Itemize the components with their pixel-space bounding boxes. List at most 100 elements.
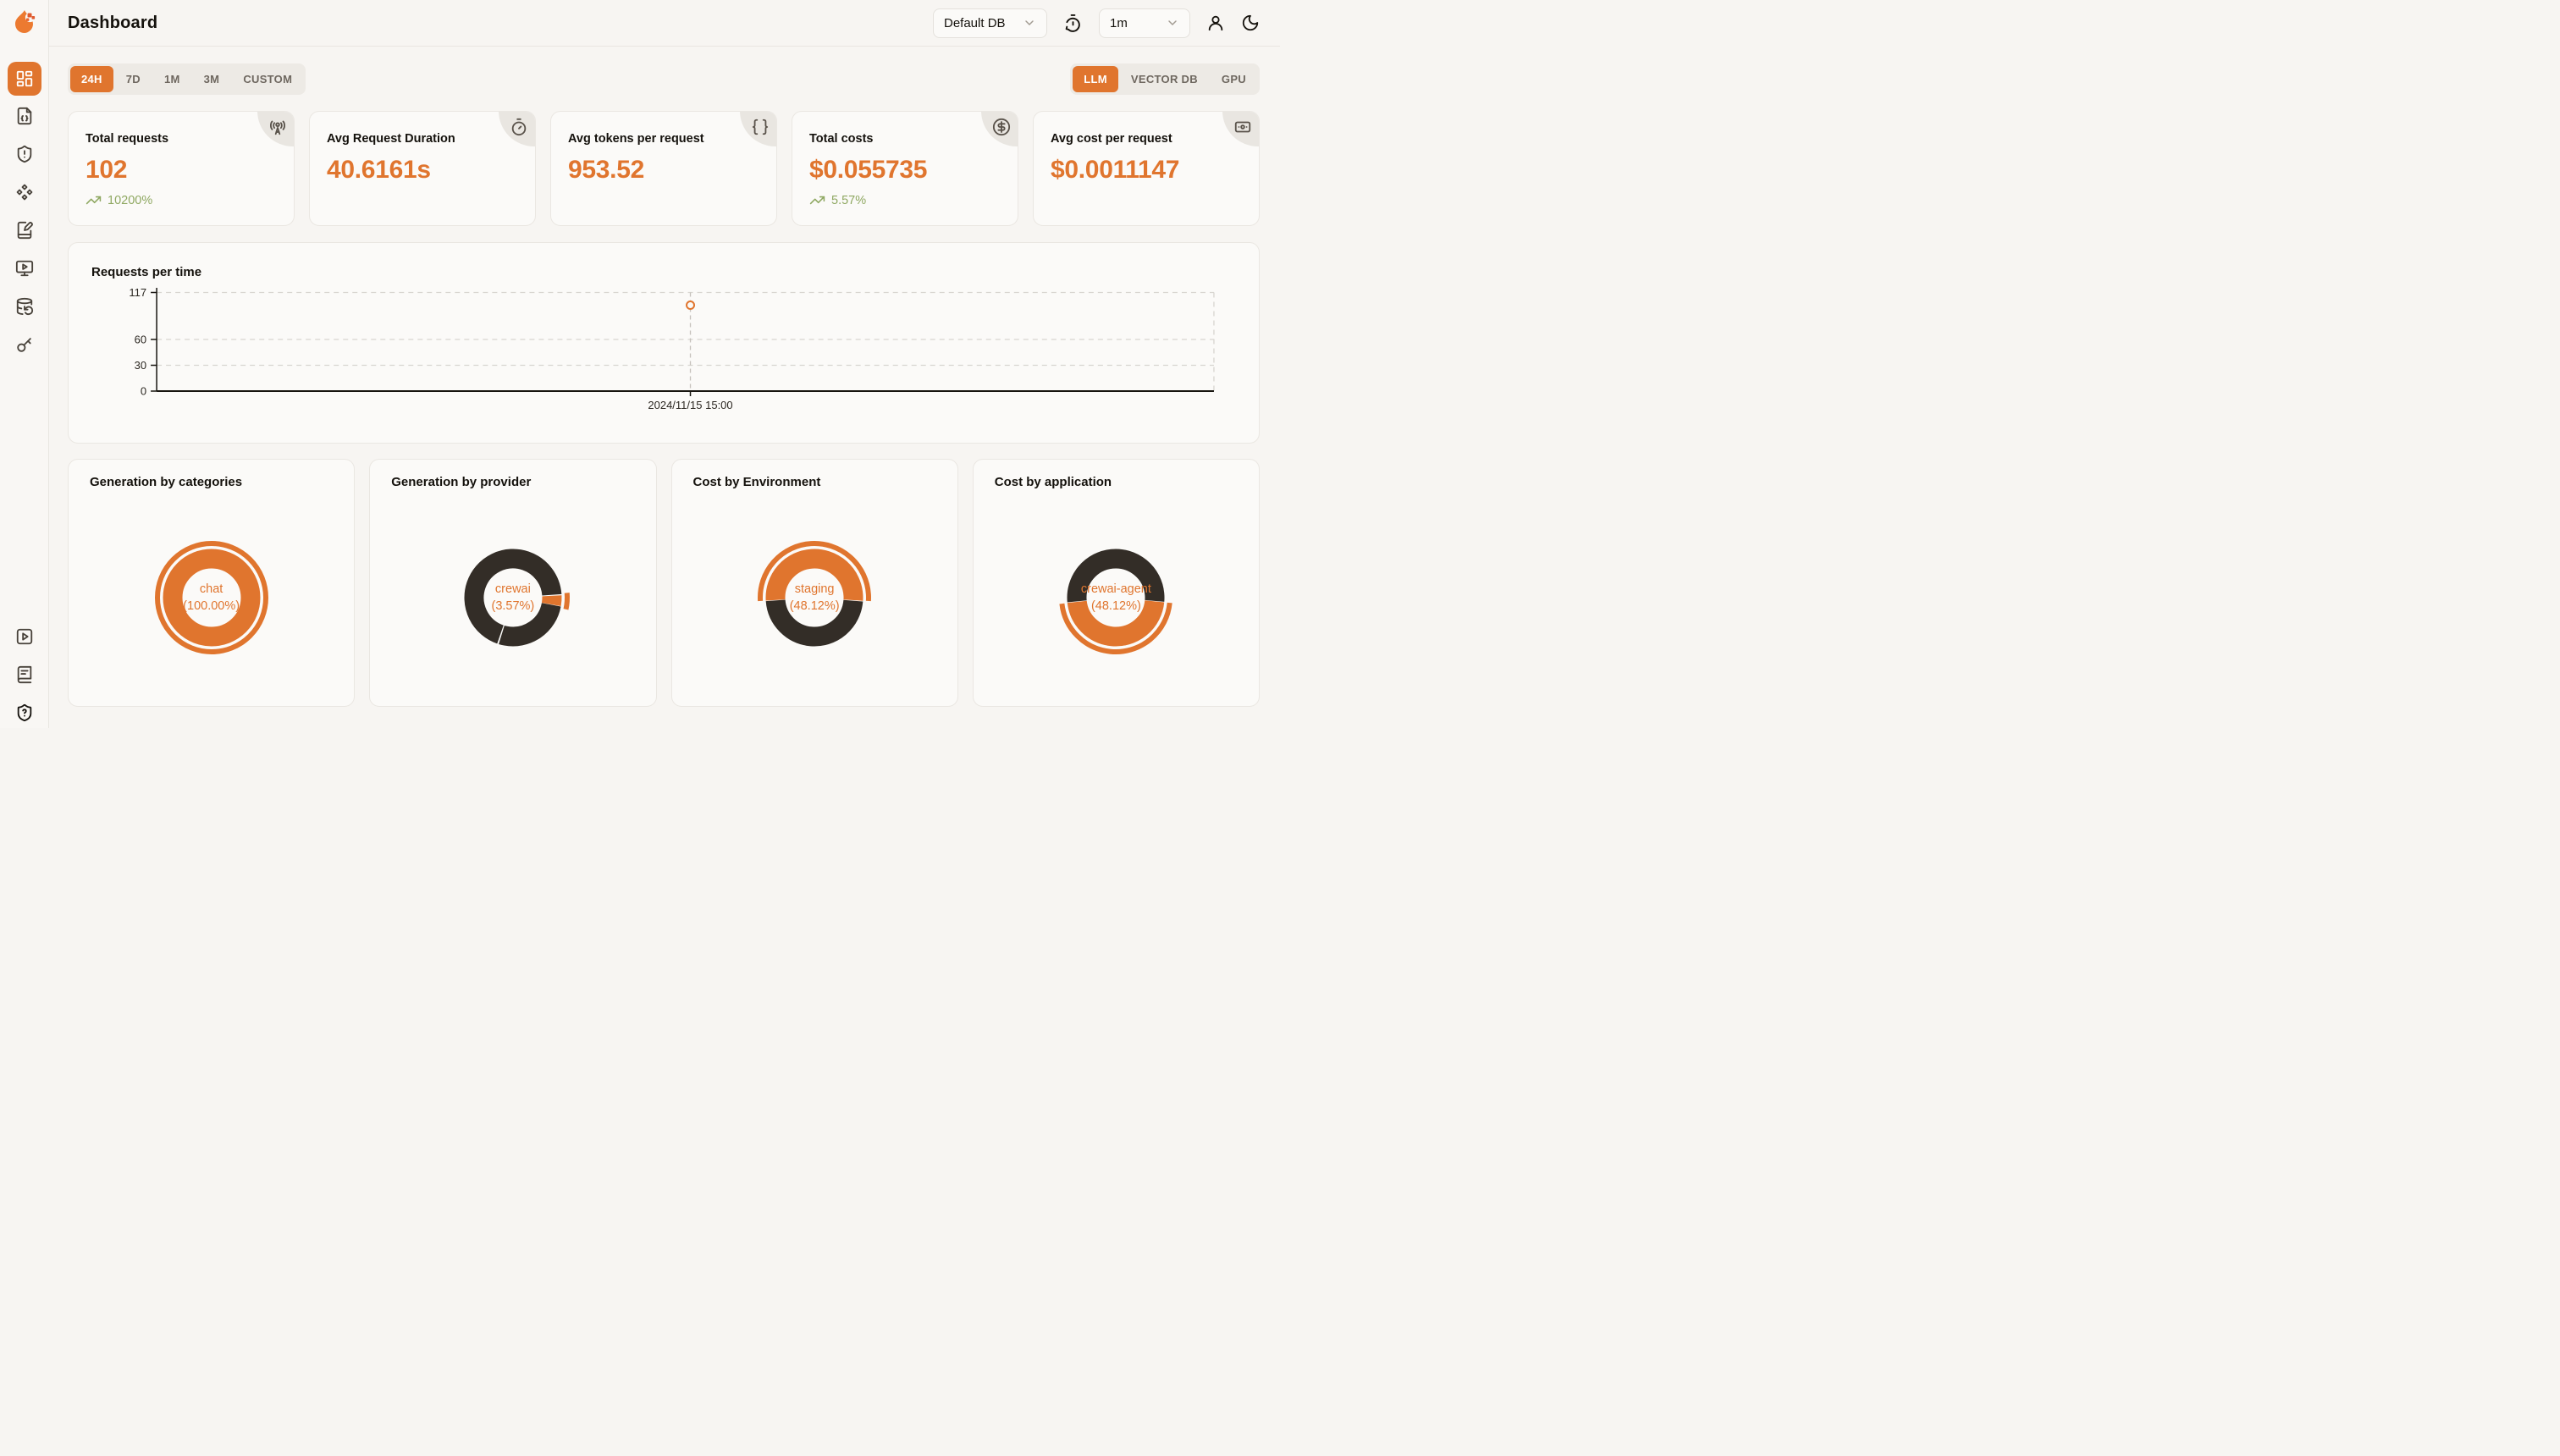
donut-label-name: chat bbox=[200, 581, 223, 598]
tab-7d[interactable]: 7D bbox=[115, 66, 152, 92]
database-selector-value: Default DB bbox=[944, 16, 1006, 30]
sidebar-item-dashboard[interactable] bbox=[8, 62, 41, 96]
trending-up-icon bbox=[86, 192, 102, 208]
stat-value: 102 bbox=[86, 156, 282, 185]
tab-gpu[interactable]: GPU bbox=[1211, 66, 1257, 92]
history-timer-icon[interactable] bbox=[1063, 14, 1083, 33]
donut-title: Generation by categories bbox=[90, 475, 242, 489]
donut-chart-provider[interactable]: crewai (3.57%) bbox=[441, 526, 585, 670]
stat-title: Total costs bbox=[809, 132, 1006, 146]
stat-card-avg-duration: Avg Request Duration 40.6161s bbox=[309, 111, 536, 226]
sidebar-item-models[interactable] bbox=[14, 182, 35, 202]
tab-24h[interactable]: 24H bbox=[70, 66, 113, 92]
database-backup-icon bbox=[15, 297, 34, 316]
shield-question-icon bbox=[15, 703, 34, 722]
sidebar-item-prompts[interactable] bbox=[14, 220, 35, 240]
time-range-tabs: 24H 7D 1M 3M CUSTOM bbox=[68, 63, 306, 95]
interval-selector-value: 1m bbox=[1110, 16, 1128, 30]
donut-center-label: crewai-agent (48.12%) bbox=[1044, 526, 1188, 670]
stat-trend-value: 10200% bbox=[108, 194, 152, 207]
sidebar bbox=[0, 0, 49, 728]
donut-cards-row: Generation by categories chat (100.00%) … bbox=[68, 459, 1260, 707]
stat-value: $0.055735 bbox=[809, 156, 1006, 185]
user-icon[interactable] bbox=[1206, 14, 1225, 32]
donut-label-pct: (48.12%) bbox=[790, 598, 840, 615]
app-logo-flame-icon[interactable] bbox=[10, 8, 39, 39]
requests-chart-card: Requests per time 117 60 30 0 20 bbox=[68, 242, 1260, 444]
component-icon bbox=[15, 183, 34, 201]
donut-card-environment: Cost by Environment staging (48.12%) bbox=[671, 459, 958, 707]
donut-chart-categories[interactable]: chat (100.00%) bbox=[140, 526, 284, 670]
donut-chart-application[interactable]: crewai-agent (48.12%) bbox=[1044, 526, 1188, 670]
layout-dashboard-icon bbox=[15, 69, 34, 88]
sidebar-item-datasets[interactable] bbox=[14, 296, 35, 317]
sidebar-item-playground[interactable] bbox=[14, 258, 35, 279]
tab-custom[interactable]: CUSTOM bbox=[232, 66, 303, 92]
donut-chart-environment[interactable]: staging (48.12%) bbox=[742, 526, 886, 670]
donut-center-label: crewai (3.57%) bbox=[441, 526, 585, 670]
ytick-60: 60 bbox=[135, 334, 146, 346]
tab-vector-db[interactable]: VECTOR DB bbox=[1120, 66, 1209, 92]
donut-label-pct: (100.00%) bbox=[183, 598, 240, 615]
donut-label-pct: (48.12%) bbox=[1091, 598, 1141, 615]
key-icon bbox=[15, 335, 34, 354]
trending-up-icon bbox=[809, 192, 825, 208]
donut-center-label: chat (100.00%) bbox=[140, 526, 284, 670]
stat-card-total-requests: Total requests 102 10200% bbox=[68, 111, 295, 226]
moon-icon[interactable] bbox=[1241, 14, 1260, 32]
header-controls: Default DB 1m bbox=[933, 8, 1260, 38]
toolbar: 24H 7D 1M 3M CUSTOM LLM VECTOR DB GPU bbox=[68, 63, 1260, 95]
donut-title: Cost by application bbox=[995, 475, 1112, 489]
notebook-pen-icon bbox=[15, 221, 34, 240]
monitor-play-icon bbox=[15, 259, 34, 278]
ytick-117: 117 bbox=[129, 286, 146, 299]
tab-1m[interactable]: 1M bbox=[153, 66, 191, 92]
stat-value: $0.0011147 bbox=[1051, 156, 1247, 185]
tab-3m[interactable]: 3M bbox=[193, 66, 231, 92]
book-icon bbox=[15, 665, 34, 684]
donut-title: Generation by provider bbox=[391, 475, 531, 489]
tab-llm[interactable]: LLM bbox=[1073, 66, 1118, 92]
sidebar-item-exceptions[interactable] bbox=[14, 144, 35, 164]
stat-title: Avg Request Duration bbox=[327, 132, 523, 146]
stat-trend: 5.57% bbox=[809, 192, 1006, 208]
stat-cards-row: Total requests 102 10200% Avg Request Du… bbox=[68, 111, 1260, 226]
stat-trend: 10200% bbox=[86, 192, 282, 208]
main-content: 24H 7D 1M 3M CUSTOM LLM VECTOR DB GPU To… bbox=[48, 47, 1280, 728]
sidebar-item-traces[interactable] bbox=[14, 106, 35, 126]
data-point-marker[interactable] bbox=[687, 301, 694, 309]
sidebar-item-docs[interactable] bbox=[14, 665, 35, 685]
donut-card-provider: Generation by provider crewai (3.57%) bbox=[369, 459, 656, 707]
stat-value: 40.6161s bbox=[327, 156, 523, 185]
sidebar-nav bbox=[0, 62, 48, 372]
ytick-30: 30 bbox=[135, 359, 146, 372]
ytick-0: 0 bbox=[141, 385, 146, 398]
category-tabs: LLM VECTOR DB GPU bbox=[1070, 63, 1260, 95]
database-selector[interactable]: Default DB bbox=[933, 8, 1047, 38]
sidebar-item-support[interactable] bbox=[14, 703, 35, 723]
sidebar-item-tutorials[interactable] bbox=[14, 626, 35, 647]
sidebar-item-api-keys[interactable] bbox=[14, 334, 35, 355]
stat-title: Avg tokens per request bbox=[568, 132, 764, 146]
chevron-down-icon bbox=[1023, 16, 1036, 30]
stat-card-avg-tokens: Avg tokens per request 953.52 bbox=[550, 111, 777, 226]
donut-card-categories: Generation by categories chat (100.00%) bbox=[68, 459, 355, 707]
requests-line-chart[interactable]: 117 60 30 0 2024/11/15 15:00 bbox=[69, 243, 1259, 443]
stat-value: 953.52 bbox=[568, 156, 764, 185]
shield-alert-icon bbox=[15, 145, 34, 163]
sidebar-footer bbox=[0, 626, 48, 723]
stat-title: Avg cost per request bbox=[1051, 132, 1247, 146]
donut-title: Cost by Environment bbox=[693, 475, 821, 489]
stat-title: Total requests bbox=[86, 132, 282, 146]
donut-center-label: staging (48.12%) bbox=[742, 526, 886, 670]
stat-card-avg-cost: Avg cost per request $0.0011147 bbox=[1033, 111, 1260, 226]
xtick-label: 2024/11/15 15:00 bbox=[648, 399, 732, 411]
square-play-icon bbox=[15, 627, 34, 646]
header: Dashboard Default DB 1m bbox=[48, 0, 1280, 47]
file-json-icon bbox=[15, 107, 34, 125]
donut-label-name: staging bbox=[795, 581, 835, 598]
interval-selector[interactable]: 1m bbox=[1099, 8, 1190, 38]
donut-label-pct: (3.57%) bbox=[491, 598, 534, 615]
chevron-down-icon bbox=[1166, 16, 1179, 30]
stat-card-total-costs: Total costs $0.055735 5.57% bbox=[792, 111, 1018, 226]
